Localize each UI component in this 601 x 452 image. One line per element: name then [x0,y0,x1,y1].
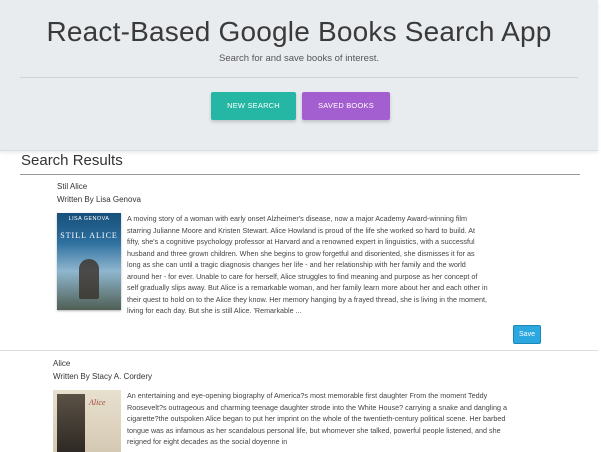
book-author: Written By Lisa Genova [57,195,141,204]
cover-title-text: STILL ALICE [60,231,118,240]
header-jumbotron: React-Based Google Books Search App Sear… [0,0,598,151]
save-button[interactable]: Save [513,325,541,344]
book-description: A moving story of a woman with early ons… [127,214,488,315]
book-description: An entertaining and eye-opening biograph… [127,391,507,446]
cover-title-text: Alice [89,398,106,407]
cover-photo [57,394,85,452]
cover-author-text: LISA GENOVA [68,216,110,222]
page-title: React-Based Google Books Search App [46,16,552,47]
results-divider [20,174,580,175]
page-subtitle: Search for and save books of interest. [218,53,379,64]
header-divider [20,77,578,78]
book-author: Written By Stacy A. Cordery [53,372,152,381]
results-heading: Search Results [21,152,123,169]
saved-books-button[interactable]: SAVED BOOKS [302,92,390,120]
book-cover-image: Alice [53,390,121,452]
result-divider [0,350,598,351]
cover-figure [79,259,99,299]
new-search-button[interactable]: NEW SEARCH [211,92,296,120]
book-cover-image: LISA GENOVA STILL ALICE [57,213,121,310]
book-title: Stil Alice [57,182,88,191]
book-title: Alice [53,359,71,368]
